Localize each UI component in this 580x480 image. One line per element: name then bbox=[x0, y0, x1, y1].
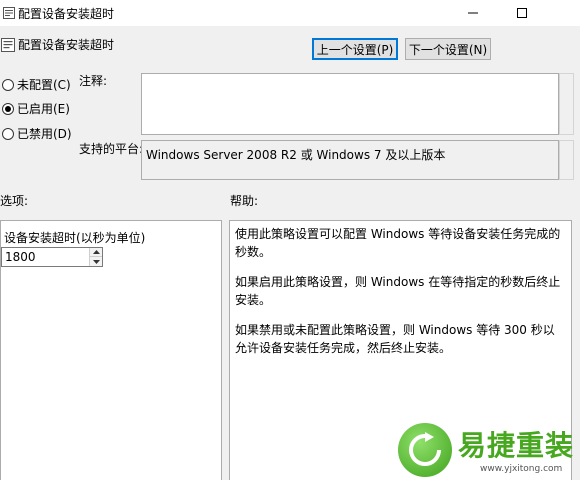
platform-value: Windows Server 2008 R2 或 Windows 7 及以上版本 bbox=[141, 140, 559, 180]
stepper-buttons bbox=[89, 248, 102, 266]
comment-textarea[interactable] bbox=[141, 73, 559, 135]
radio-enabled[interactable]: 已启用(E) bbox=[2, 100, 70, 117]
logo-icon bbox=[398, 423, 452, 477]
radio-label: 已禁用(D) bbox=[17, 127, 72, 141]
minimize-icon bbox=[468, 12, 478, 14]
radio-label: 未配置(C) bbox=[17, 78, 71, 92]
maximize-button[interactable] bbox=[499, 0, 545, 26]
platform-label: 支持的平台: bbox=[79, 142, 144, 156]
radio-not-configured[interactable]: 未配置(C) bbox=[2, 76, 71, 93]
help-paragraph: 使用此策略设置可以配置 Windows 等待设备安装任务完成的秒数。 bbox=[235, 227, 561, 259]
timeout-stepper[interactable]: 1800 bbox=[1, 247, 103, 267]
refresh-icon bbox=[409, 432, 441, 466]
timeout-label: 设备安装超时(以秒为单位) bbox=[4, 231, 146, 245]
minimize-button[interactable] bbox=[450, 0, 496, 26]
previous-setting-button[interactable]: 上一个设置(P) bbox=[312, 38, 398, 60]
comment-label: 注释: bbox=[79, 74, 108, 88]
maximize-icon bbox=[517, 8, 527, 18]
help-paragraph: 如果启用此策略设置，则 Windows 在等待指定的秒数后终止安装。 bbox=[235, 275, 561, 307]
platform-scrollbar[interactable] bbox=[559, 140, 574, 180]
comment-scrollbar[interactable] bbox=[559, 73, 574, 135]
timeout-value[interactable]: 1800 bbox=[5, 250, 36, 264]
next-setting-button[interactable]: 下一个设置(N) bbox=[405, 38, 491, 60]
stepper-down-button[interactable] bbox=[90, 257, 102, 266]
setting-title: 配置设备安装超时 bbox=[18, 38, 115, 52]
radio-disabled[interactable]: 已禁用(D) bbox=[2, 125, 72, 142]
watermark-logo: 易捷重装 www.yjxitong.com bbox=[398, 420, 580, 480]
setting-icon bbox=[1, 38, 15, 52]
help-heading: 帮助: bbox=[230, 194, 259, 208]
radio-label: 已启用(E) bbox=[17, 102, 70, 116]
brand-url: www.yjxitong.com bbox=[480, 464, 563, 474]
triangle-down-icon bbox=[92, 259, 100, 264]
triangle-up-icon bbox=[92, 250, 100, 254]
policy-icon bbox=[3, 7, 15, 19]
stepper-up-button[interactable] bbox=[90, 248, 102, 257]
help-paragraph: 如果禁用或未配置此策略设置，则 Windows 等待 300 秒以允许设备安装任… bbox=[235, 323, 555, 355]
options-heading: 选项: bbox=[0, 194, 29, 208]
title-bar: 配置设备安装超时 bbox=[0, 0, 580, 26]
radio-button[interactable] bbox=[2, 78, 14, 91]
window-title: 配置设备安装超时 bbox=[18, 7, 115, 21]
radio-button[interactable] bbox=[2, 102, 14, 115]
radio-button[interactable] bbox=[2, 127, 14, 140]
options-pane: 设备安装超时(以秒为单位) 1800 bbox=[0, 220, 222, 480]
brand-name: 易捷重装 bbox=[458, 429, 575, 462]
